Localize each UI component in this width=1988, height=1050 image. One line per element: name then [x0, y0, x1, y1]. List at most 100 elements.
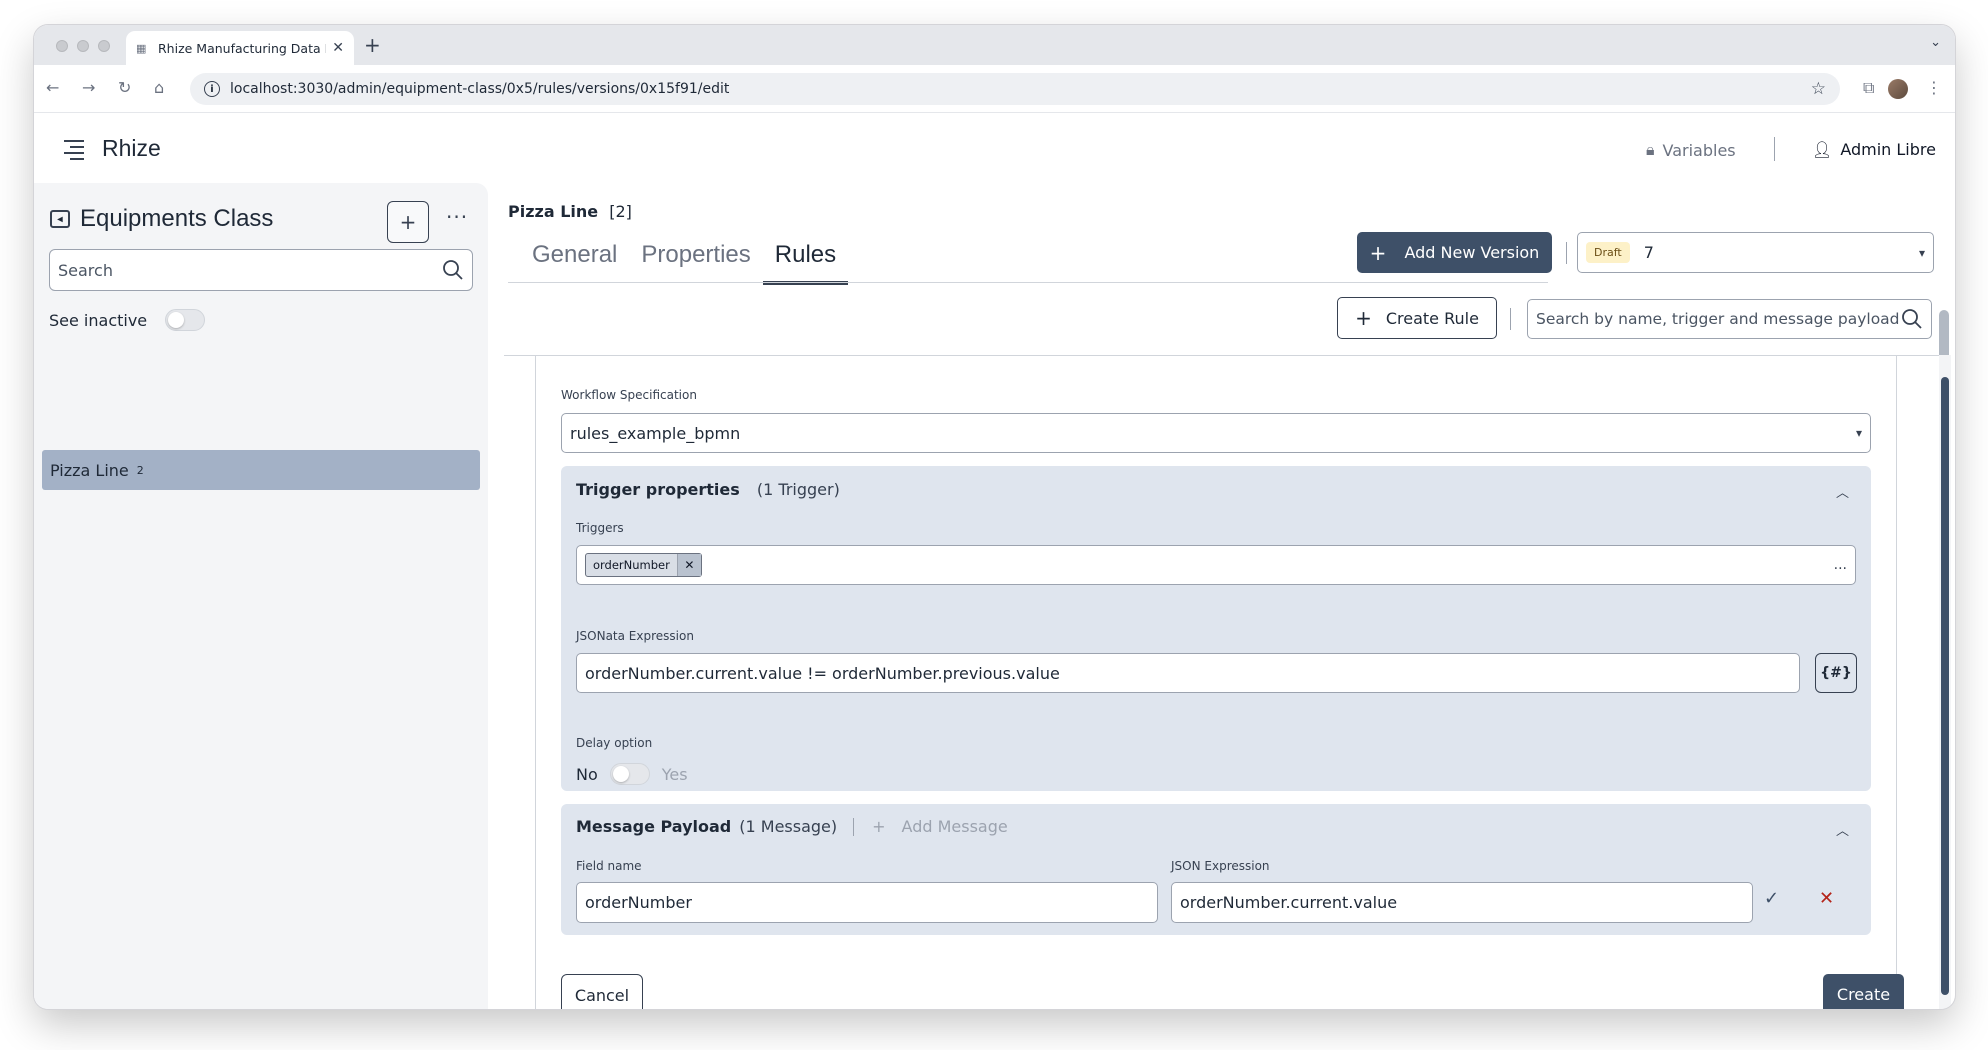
trigger-properties-title: Trigger properties — [576, 480, 740, 499]
tabs-divider — [508, 282, 1548, 283]
home-icon[interactable]: ⌂ — [154, 78, 164, 97]
sidebar: ◂ Equipments Class + ··· Search See inac… — [34, 183, 488, 1009]
confirm-check-icon[interactable]: ✓ — [1764, 888, 1779, 909]
search-icon[interactable] — [442, 259, 464, 281]
close-tab-icon[interactable]: ✕ — [332, 40, 344, 56]
see-inactive-toggle[interactable] — [165, 309, 206, 331]
tab-general[interactable]: General — [520, 235, 629, 285]
bookmark-star-icon[interactable]: ☆ — [1811, 79, 1826, 99]
collapse-sidebar-icon[interactable]: ◂ — [50, 210, 70, 228]
close-window-button[interactable] — [56, 40, 68, 52]
delete-x-icon[interactable]: ✕ — [1819, 888, 1834, 909]
field-name-input[interactable]: orderNumber — [576, 882, 1158, 923]
tab-rules[interactable]: Rules — [762, 235, 849, 285]
reload-icon[interactable]: ↻ — [118, 78, 131, 97]
trigger-chip-label: orderNumber — [593, 558, 670, 572]
chevron-down-icon: ▾ — [1855, 426, 1862, 440]
workflow-spec-select[interactable]: rules_example_bpmn ▾ — [561, 413, 1871, 453]
sidebar-search-placeholder: Search — [58, 260, 113, 280]
field-name-value: orderNumber — [585, 893, 692, 912]
sidebar-title: Equipments Class — [80, 205, 274, 232]
window-controls — [56, 40, 110, 52]
delay-toggle[interactable] — [609, 763, 650, 785]
json-expression-value: orderNumber.current.value — [1180, 893, 1398, 912]
create-button[interactable]: Create — [1823, 974, 1904, 1009]
back-icon[interactable]: ← — [46, 78, 59, 97]
hamburger-menu-icon[interactable] — [64, 140, 84, 164]
add-message-button[interactable]: + Add Message — [872, 817, 1008, 836]
variables-label: Variables — [1662, 140, 1736, 160]
breadcrumb-name: Pizza Line — [508, 202, 599, 221]
breadcrumb-count: [2] — [609, 202, 632, 221]
scrollbar-thumb[interactable] — [1941, 377, 1949, 995]
trigger-properties-card: Trigger properties (1 Trigger) ︿ Trigger… — [561, 466, 1871, 791]
header-divider — [1774, 137, 1775, 161]
sidebar-item-count: 2 — [136, 463, 144, 477]
version-select[interactable]: Draft 7 ▾ — [1577, 232, 1934, 273]
sidebar-search-input[interactable]: Search — [49, 249, 473, 291]
rule-search-placeholder: Search by name, trigger and message payl… — [1536, 310, 1900, 328]
trigger-properties-header: Trigger properties (1 Trigger) — [576, 480, 840, 499]
create-rule-label: Create Rule — [1385, 308, 1479, 328]
extensions-icon[interactable]: ⧉ — [1863, 78, 1874, 98]
search-icon[interactable] — [1901, 308, 1923, 330]
chevron-up-icon[interactable]: ︿ — [1836, 482, 1849, 501]
chevron-up-icon[interactable]: ︿ — [1836, 820, 1849, 839]
more-triggers-icon[interactable]: ... — [1834, 557, 1847, 573]
jsonata-label: JSONata Expression — [576, 629, 694, 643]
expression-editor-button[interactable]: {#} — [1815, 653, 1857, 693]
triggers-input[interactable]: orderNumber ✕ ... — [576, 545, 1856, 585]
see-inactive-label: See inactive — [49, 310, 148, 330]
user-menu[interactable]: 👤︎ Admin Libre — [1812, 140, 1936, 159]
json-expression-input[interactable]: orderNumber.current.value — [1171, 882, 1753, 923]
remove-chip-icon[interactable]: ✕ — [676, 554, 701, 576]
rule-search-input[interactable]: Search by name, trigger and message payl… — [1527, 299, 1932, 339]
tab-properties[interactable]: Properties — [629, 235, 762, 285]
create-rule-button[interactable]: + Create Rule — [1337, 297, 1497, 339]
user-icon: 👤︎ — [1812, 140, 1833, 159]
json-expression-label: JSON Expression — [1171, 859, 1270, 873]
jsonata-expression-value: orderNumber.current.value != orderNumber… — [585, 663, 1060, 683]
address-bar[interactable]: i localhost:3030/admin/equipment-class/0… — [190, 73, 1840, 105]
new-tab-button[interactable]: + — [364, 33, 381, 57]
browser-menu-icon[interactable]: ⋮ — [1926, 78, 1942, 97]
sidebar-item-label: Pizza Line — [50, 460, 129, 480]
site-info-icon[interactable]: i — [204, 81, 220, 97]
add-equipment-class-button[interactable]: + — [387, 201, 429, 243]
profile-avatar[interactable] — [1888, 79, 1908, 99]
search-divider — [1510, 308, 1511, 330]
tab-title: Rhize Manufacturing Data Hu — [158, 40, 327, 56]
sidebar-item-pizza-line[interactable]: Pizza Line 2 — [42, 450, 480, 490]
cancel-button[interactable]: Cancel — [561, 974, 643, 1009]
delay-option-row: No Yes — [576, 763, 688, 785]
triggers-label: Triggers — [576, 521, 624, 535]
scrollbar-top — [1939, 310, 1949, 355]
user-name: Admin Libre — [1840, 140, 1936, 159]
jsonata-expression-input[interactable]: orderNumber.current.value != orderNumber… — [576, 653, 1800, 693]
workflow-spec-value: rules_example_bpmn — [570, 423, 741, 443]
message-count: (1 Message) — [739, 817, 838, 836]
browser-toolbar: ← → ↻ ⌂ i localhost:3030/admin/equipment… — [34, 65, 1955, 113]
app-header: Rhize 🔒︎ Variables 👤︎ Admin Libre — [34, 113, 1955, 183]
forward-icon[interactable]: → — [82, 78, 95, 97]
add-new-version-button[interactable]: + Add New Version — [1357, 232, 1552, 273]
trigger-count: (1 Trigger) — [756, 480, 840, 499]
more-options-icon[interactable]: ··· — [446, 205, 468, 229]
message-payload-title: Message Payload — [576, 817, 732, 836]
delay-option-label: Delay option — [576, 736, 653, 750]
minimize-window-button[interactable] — [77, 40, 89, 52]
chevron-down-icon: ▾ — [1918, 245, 1925, 260]
favicon-icon: ▦ — [136, 41, 147, 55]
variables-link[interactable]: 🔒︎ Variables — [1646, 140, 1736, 160]
plus-icon: + — [872, 817, 886, 836]
version-value: 7 — [1643, 243, 1654, 262]
tab-search-icon[interactable]: ⌄ — [1930, 35, 1941, 50]
maximize-window-button[interactable] — [98, 40, 110, 52]
delay-no-label: No — [576, 764, 598, 784]
tab-strip: ▦ Rhize Manufacturing Data Hu ✕ + ⌄ — [34, 25, 1955, 65]
sidebar-header: ◂ Equipments Class — [50, 205, 273, 233]
workflow-spec-label: Workflow Specification — [561, 388, 697, 402]
plus-icon: + — [1369, 240, 1387, 265]
toolbar-divider — [1566, 242, 1567, 264]
browser-tab[interactable]: ▦ Rhize Manufacturing Data Hu ✕ — [126, 31, 354, 65]
